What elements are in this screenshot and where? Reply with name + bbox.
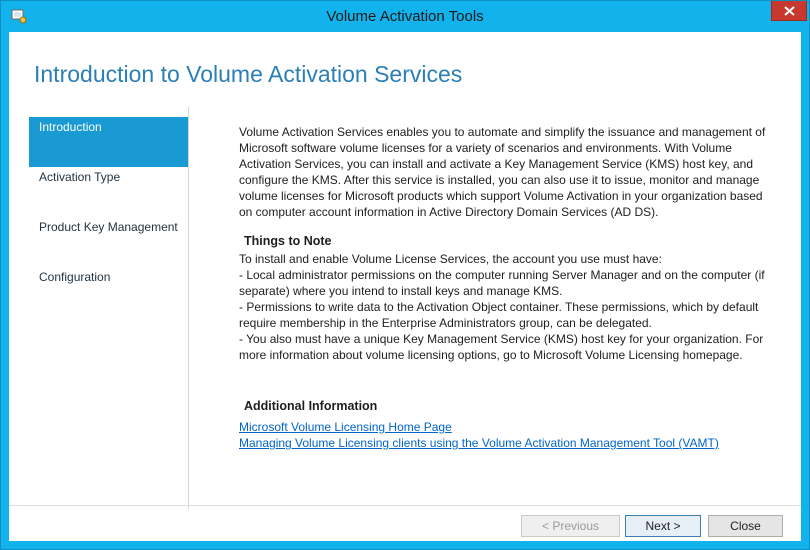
nav-item-introduction[interactable]: Introduction — [29, 117, 188, 167]
wizard-nav: Introduction Activation Type Product Key… — [29, 117, 188, 317]
notes-block: To install and enable Volume License Ser… — [239, 251, 779, 363]
footer-divider — [9, 505, 801, 506]
nav-item-product-key-management[interactable]: Product Key Management — [29, 217, 188, 267]
note-line: - You also must have a unique Key Manage… — [239, 332, 764, 362]
wizard-client-area: Introduction to Volume Activation Servic… — [9, 32, 801, 541]
nav-divider — [188, 107, 189, 509]
content-panel: Volume Activation Services enables you t… — [239, 124, 779, 451]
nav-item-activation-type[interactable]: Activation Type — [29, 167, 188, 217]
note-line: - Permissions to write data to the Activ… — [239, 300, 759, 330]
close-button[interactable]: Close — [708, 515, 783, 537]
nav-item-configuration[interactable]: Configuration — [29, 267, 188, 317]
intro-paragraph: Volume Activation Services enables you t… — [239, 125, 766, 219]
note-line: - Local administrator permissions on the… — [239, 268, 765, 298]
window-close-button[interactable] — [771, 1, 807, 21]
things-to-note-heading: Things to Note — [244, 234, 332, 248]
app-window: Volume Activation Tools Introduction to … — [0, 0, 810, 550]
link-volume-licensing-home[interactable]: Microsoft Volume Licensing Home Page — [239, 419, 779, 435]
page-title: Introduction to Volume Activation Servic… — [34, 61, 463, 87]
previous-button[interactable]: < Previous — [521, 515, 620, 537]
close-icon — [784, 6, 795, 16]
window-title: Volume Activation Tools — [326, 8, 484, 25]
note-line: To install and enable Volume License Ser… — [239, 252, 662, 266]
additional-info-heading: Additional Information — [244, 399, 378, 413]
link-vamt-guide[interactable]: Managing Volume Licensing clients using … — [239, 435, 779, 451]
title-bar[interactable]: Volume Activation Tools — [1, 1, 809, 32]
next-button[interactable]: Next > — [625, 515, 701, 537]
